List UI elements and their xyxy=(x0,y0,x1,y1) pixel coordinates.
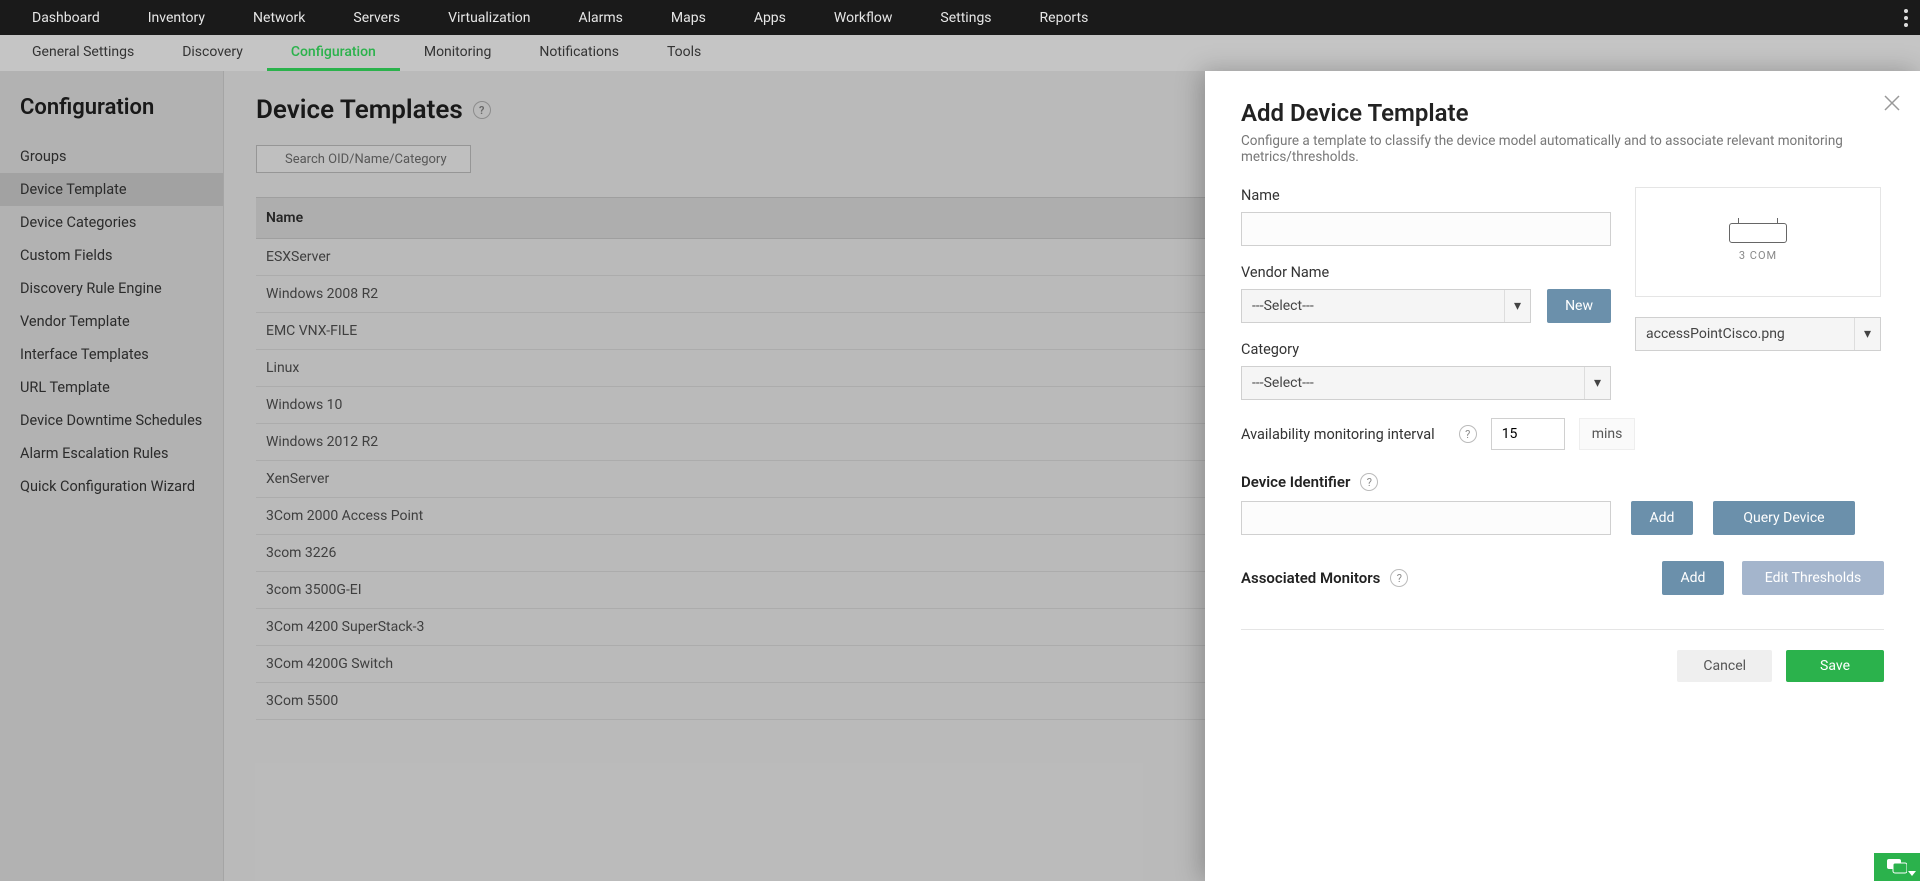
new-vendor-button[interactable]: New xyxy=(1547,289,1611,323)
avail-label: Availability monitoring interval xyxy=(1241,426,1435,443)
topnav-dashboard[interactable]: Dashboard xyxy=(8,0,124,35)
vendor-select[interactable]: ---Select--- ▾ xyxy=(1241,289,1531,323)
device-identifier-input[interactable] xyxy=(1241,501,1611,535)
help-icon[interactable]: ? xyxy=(1459,425,1477,443)
chevron-down-icon: ▾ xyxy=(1584,367,1610,399)
cancel-button[interactable]: Cancel xyxy=(1677,650,1772,682)
panel-title: Add Device Template xyxy=(1241,99,1884,127)
subnav-tools[interactable]: Tools xyxy=(643,35,725,71)
subnav-discovery[interactable]: Discovery xyxy=(158,35,267,71)
vendor-label: Vendor Name xyxy=(1241,264,1611,281)
query-device-button[interactable]: Query Device xyxy=(1713,501,1855,535)
add-identifier-button[interactable]: Add xyxy=(1631,501,1693,535)
name-label: Name xyxy=(1241,187,1611,204)
edit-thresholds-button[interactable]: Edit Thresholds xyxy=(1742,561,1884,595)
chevron-down-icon xyxy=(1908,871,1916,877)
top-nav: Dashboard Inventory Network Servers Virt… xyxy=(0,0,1920,35)
help-icon[interactable]: ? xyxy=(1390,569,1408,587)
topnav-settings[interactable]: Settings xyxy=(916,0,1015,35)
add-monitor-button[interactable]: Add xyxy=(1662,561,1724,595)
icon-file-select[interactable]: accessPointCisco.png ▾ xyxy=(1635,317,1881,351)
avail-unit: mins xyxy=(1579,418,1636,450)
associated-monitors-label: Associated Monitors ? xyxy=(1241,569,1408,587)
panel-description: Configure a template to classify the dev… xyxy=(1241,133,1884,165)
help-icon[interactable]: ? xyxy=(1360,473,1378,491)
save-button[interactable]: Save xyxy=(1786,650,1884,682)
subnav-configuration[interactable]: Configuration xyxy=(267,35,400,71)
category-label: Category xyxy=(1241,341,1611,358)
topnav-servers[interactable]: Servers xyxy=(329,0,424,35)
topnav-apps[interactable]: Apps xyxy=(730,0,810,35)
device-icon-brand: 3 COM xyxy=(1739,249,1777,262)
subnav-monitoring[interactable]: Monitoring xyxy=(400,35,516,71)
router-icon xyxy=(1729,223,1787,243)
category-select[interactable]: ---Select--- ▾ xyxy=(1241,366,1611,400)
topnav-network[interactable]: Network xyxy=(229,0,329,35)
topnav-alarms[interactable]: Alarms xyxy=(554,0,646,35)
chevron-down-icon: ▾ xyxy=(1504,290,1530,322)
topnav-maps[interactable]: Maps xyxy=(647,0,730,35)
subnav-general-settings[interactable]: General Settings xyxy=(8,35,158,71)
sub-nav: General Settings Discovery Configuration… xyxy=(0,35,1920,71)
more-menu-icon[interactable] xyxy=(1904,0,1908,35)
avail-interval-input[interactable] xyxy=(1491,418,1565,450)
device-icon-preview: 3 COM xyxy=(1635,187,1881,297)
close-icon[interactable] xyxy=(1882,93,1902,117)
topnav-reports[interactable]: Reports xyxy=(1016,0,1113,35)
topnav-virtualization[interactable]: Virtualization xyxy=(424,0,554,35)
subnav-notifications[interactable]: Notifications xyxy=(515,35,643,71)
name-input[interactable] xyxy=(1241,212,1611,246)
device-identifier-label: Device Identifier ? xyxy=(1241,473,1378,491)
add-device-template-panel: Add Device Template Configure a template… xyxy=(1205,71,1920,881)
chevron-down-icon: ▾ xyxy=(1854,318,1880,350)
topnav-inventory[interactable]: Inventory xyxy=(124,0,229,35)
chat-widget[interactable] xyxy=(1874,853,1920,881)
topnav-workflow[interactable]: Workflow xyxy=(810,0,917,35)
